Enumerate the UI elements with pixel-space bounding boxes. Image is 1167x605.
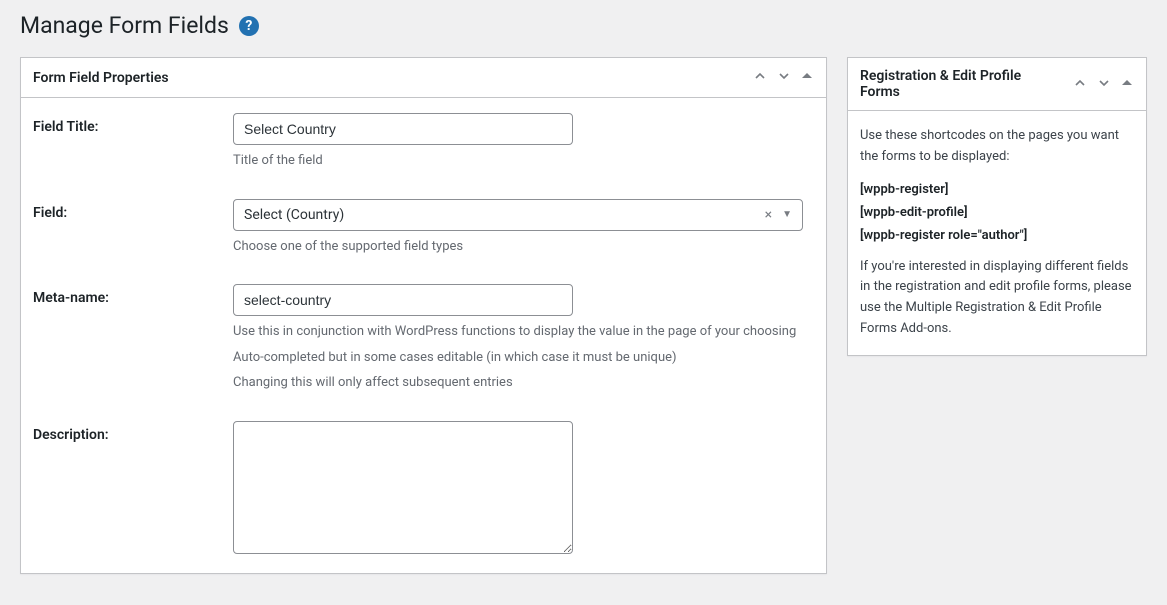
field-type-help: Choose one of the supported field types	[233, 237, 803, 257]
meta-name-help3: Changing this will only affect subsequen…	[233, 373, 803, 393]
side-intro: Use these shortcodes on the pages you wa…	[860, 126, 1134, 168]
shortcode-register-role: [wppb-register role="author"]	[860, 228, 1134, 243]
move-up-icon[interactable]	[750, 67, 770, 88]
field-type-label: Field:	[33, 199, 233, 221]
dropdown-arrow-icon: ▼	[782, 209, 792, 220]
field-title-label: Field Title:	[33, 113, 233, 135]
meta-name-help2: Auto-completed but in some cases editabl…	[233, 348, 803, 368]
move-down-icon[interactable]	[1094, 74, 1114, 95]
field-type-select[interactable]: Select (Country) × ▼	[233, 199, 803, 231]
field-type-value: Select (Country)	[244, 207, 344, 223]
meta-name-help1: Use this in conjunction with WordPress f…	[233, 322, 803, 342]
page-title: Manage Form Fields	[20, 12, 229, 39]
field-title-input[interactable]	[233, 113, 573, 145]
registration-forms-panel: Registration & Edit Profile Forms	[847, 57, 1147, 356]
clear-select-icon[interactable]: ×	[765, 207, 772, 223]
toggle-panel-icon[interactable]	[798, 68, 816, 87]
description-textarea[interactable]	[233, 421, 573, 554]
meta-name-label: Meta-name:	[33, 284, 233, 306]
form-field-properties-panel: Form Field Properties	[20, 57, 827, 574]
field-title-help: Title of the field	[233, 151, 803, 171]
side-footnote: If you're interested in displaying diffe…	[860, 257, 1134, 340]
move-up-icon[interactable]	[1070, 74, 1090, 95]
shortcode-register: [wppb-register]	[860, 182, 1134, 197]
move-down-icon[interactable]	[774, 67, 794, 88]
description-label: Description:	[33, 421, 233, 443]
shortcode-edit-profile: [wppb-edit-profile]	[860, 205, 1134, 220]
panel-title: Form Field Properties	[21, 60, 750, 96]
meta-name-input[interactable]	[233, 284, 573, 316]
toggle-panel-icon[interactable]	[1118, 75, 1136, 94]
help-icon[interactable]: ?	[239, 16, 259, 36]
side-panel-title: Registration & Edit Profile Forms	[848, 58, 1070, 110]
